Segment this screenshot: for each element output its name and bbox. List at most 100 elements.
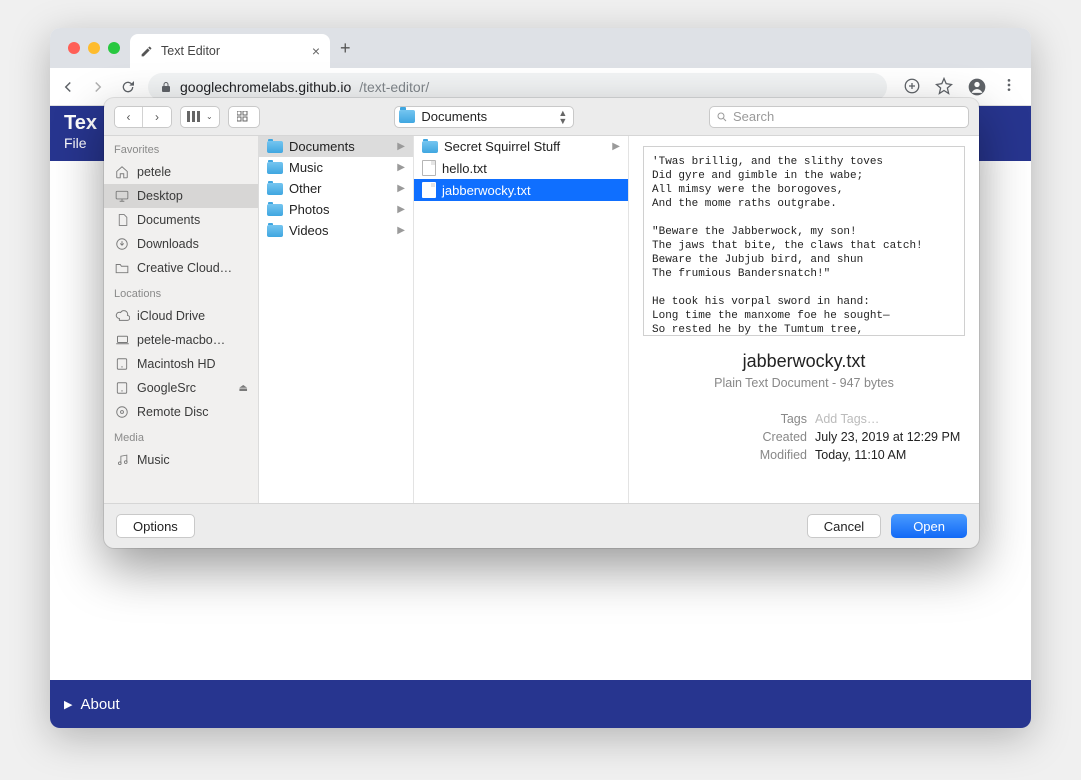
chevron-right-icon: ▶: [397, 204, 405, 215]
lock-icon: [160, 81, 172, 93]
created-label: Created: [763, 430, 807, 444]
hdd-icon: [114, 356, 130, 372]
tags-value[interactable]: Add Tags…: [815, 412, 965, 426]
preview-meta: Tags Add Tags… Created July 23, 2019 at …: [643, 410, 965, 464]
dialog-footer: Options Cancel Open: [104, 504, 979, 548]
cancel-button[interactable]: Cancel: [807, 514, 881, 538]
tab-strip: Text Editor × +: [50, 28, 1031, 68]
sidebar-item-creative-cloud-[interactable]: Creative Cloud…: [104, 256, 258, 280]
sidebar-item-label: Macintosh HD: [137, 357, 216, 371]
updown-icon: ▲▼: [558, 109, 567, 125]
sidebar-item-label: Creative Cloud…: [137, 261, 232, 275]
folder-item[interactable]: Secret Squirrel Stuff▶: [414, 136, 628, 157]
footer-about: About: [80, 696, 119, 713]
folder-item[interactable]: Other ▶: [259, 178, 413, 199]
sidebar-item-label: Downloads: [137, 237, 199, 251]
app-footer[interactable]: ▶ About: [50, 680, 1031, 728]
modified-value: Today, 11:10 AM: [815, 448, 965, 462]
menu-icon[interactable]: [1001, 77, 1017, 97]
maximize-window[interactable]: [108, 42, 120, 54]
sidebar: FavoritespeteleDesktopDocumentsDownloads…: [104, 136, 259, 503]
column-files: Secret Squirrel Stuff▶ hello.txt jabberwoc…: [414, 136, 629, 503]
disclosure-icon: ▶: [64, 698, 72, 711]
sidebar-item-petele-macbo-[interactable]: petele-macbo…: [104, 328, 258, 352]
browser-tab[interactable]: Text Editor ×: [130, 34, 330, 68]
search-placeholder: Search: [733, 109, 774, 124]
folder-icon: [399, 110, 415, 123]
chevron-right-icon: ▶: [397, 141, 405, 152]
nav-forward-button[interactable]: ›: [143, 107, 171, 127]
forward-button[interactable]: [88, 77, 108, 97]
dialog-toolbar: ‹ › ⌄ Documents ▲▼ Search: [104, 98, 979, 136]
install-icon[interactable]: [903, 77, 921, 97]
folder-icon: [422, 141, 438, 153]
close-tab-icon[interactable]: ×: [312, 43, 320, 59]
chevron-right-icon: ▶: [397, 225, 405, 236]
close-window[interactable]: [68, 42, 80, 54]
eject-icon[interactable]: ⏏: [239, 383, 248, 394]
sidebar-item-downloads[interactable]: Downloads: [104, 232, 258, 256]
profile-icon[interactable]: [967, 77, 987, 97]
home-icon: [114, 164, 130, 180]
dialog-body: FavoritespeteleDesktopDocumentsDownloads…: [104, 136, 979, 504]
minimize-window[interactable]: [88, 42, 100, 54]
preview-pane: 'Twas brillig, and the slithy toves Did …: [629, 136, 979, 503]
search-input[interactable]: Search: [709, 106, 969, 128]
download-icon: [114, 236, 130, 252]
folder-item[interactable]: Documents ▶: [259, 136, 413, 157]
reload-button[interactable]: [118, 77, 138, 97]
open-button[interactable]: Open: [891, 514, 967, 538]
group-button[interactable]: [228, 106, 260, 128]
modified-label: Modified: [760, 448, 807, 462]
back-button[interactable]: [58, 77, 78, 97]
sidebar-item-documents[interactable]: Documents: [104, 208, 258, 232]
address-bar[interactable]: googlechromelabs.github.io/text-editor/: [148, 73, 887, 101]
folder-item[interactable]: Videos▶: [259, 220, 413, 241]
folder-icon: [114, 260, 130, 276]
sidebar-section-header: Locations: [104, 280, 258, 304]
music-icon: [114, 452, 130, 468]
folder-item-label: Documents: [289, 139, 355, 154]
folder-icon: [267, 225, 283, 237]
folder-dropdown-label: Documents: [421, 109, 487, 124]
nav-segment: ‹ ›: [114, 106, 172, 128]
sidebar-item-label: petele-macbo…: [137, 333, 225, 347]
folder-item[interactable]: Photos▶: [259, 199, 413, 220]
sidebar-item-label: petele: [137, 165, 171, 179]
sidebar-item-remote-disc[interactable]: Remote Disc: [104, 400, 258, 424]
preview-text: 'Twas brillig, and the slithy toves Did …: [643, 146, 965, 336]
folder-item[interactable]: Music▶: [259, 157, 413, 178]
sidebar-item-label: Music: [137, 453, 170, 467]
sidebar-item-macintosh-hd[interactable]: Macintosh HD: [104, 352, 258, 376]
url-path: /text-editor/: [359, 79, 429, 95]
file-item[interactable]: hello.txt: [414, 157, 628, 179]
preview-kind: Plain Text Document - 947 bytes: [643, 376, 965, 390]
sidebar-item-googlesrc[interactable]: GoogleSrc ⏏: [104, 376, 258, 400]
sidebar-item-petele[interactable]: petele: [104, 160, 258, 184]
sidebar-item-label: GoogleSrc: [137, 381, 196, 395]
item-label: hello.txt: [442, 161, 487, 176]
sidebar-item-label: iCloud Drive: [137, 309, 205, 323]
new-tab-button[interactable]: +: [340, 38, 351, 59]
sidebar-item-label: Desktop: [137, 189, 183, 203]
sidebar-item-desktop[interactable]: Desktop: [104, 184, 258, 208]
folder-icon: [267, 183, 283, 195]
options-button[interactable]: Options: [116, 514, 195, 538]
chevron-right-icon: ▶: [397, 183, 405, 194]
file-item[interactable]: jabberwocky.txt: [414, 179, 628, 201]
folder-dropdown[interactable]: Documents ▲▼: [394, 106, 574, 128]
doc-icon: [114, 212, 130, 228]
view-mode-button[interactable]: ⌄: [180, 106, 220, 128]
folder-item-label: Other: [289, 181, 322, 196]
url-host: googlechromelabs.github.io: [180, 79, 351, 95]
chevron-right-icon: ▶: [612, 141, 620, 152]
bookmark-icon[interactable]: [935, 77, 953, 97]
desktop-icon: [114, 188, 130, 204]
folder-item-label: Music: [289, 160, 323, 175]
sidebar-item-label: Documents: [137, 213, 200, 227]
window-controls: [58, 42, 130, 54]
nav-back-button[interactable]: ‹: [115, 107, 143, 127]
cloud-icon: [114, 308, 130, 324]
sidebar-item-icloud-drive[interactable]: iCloud Drive: [104, 304, 258, 328]
sidebar-item-music[interactable]: Music: [104, 448, 258, 472]
